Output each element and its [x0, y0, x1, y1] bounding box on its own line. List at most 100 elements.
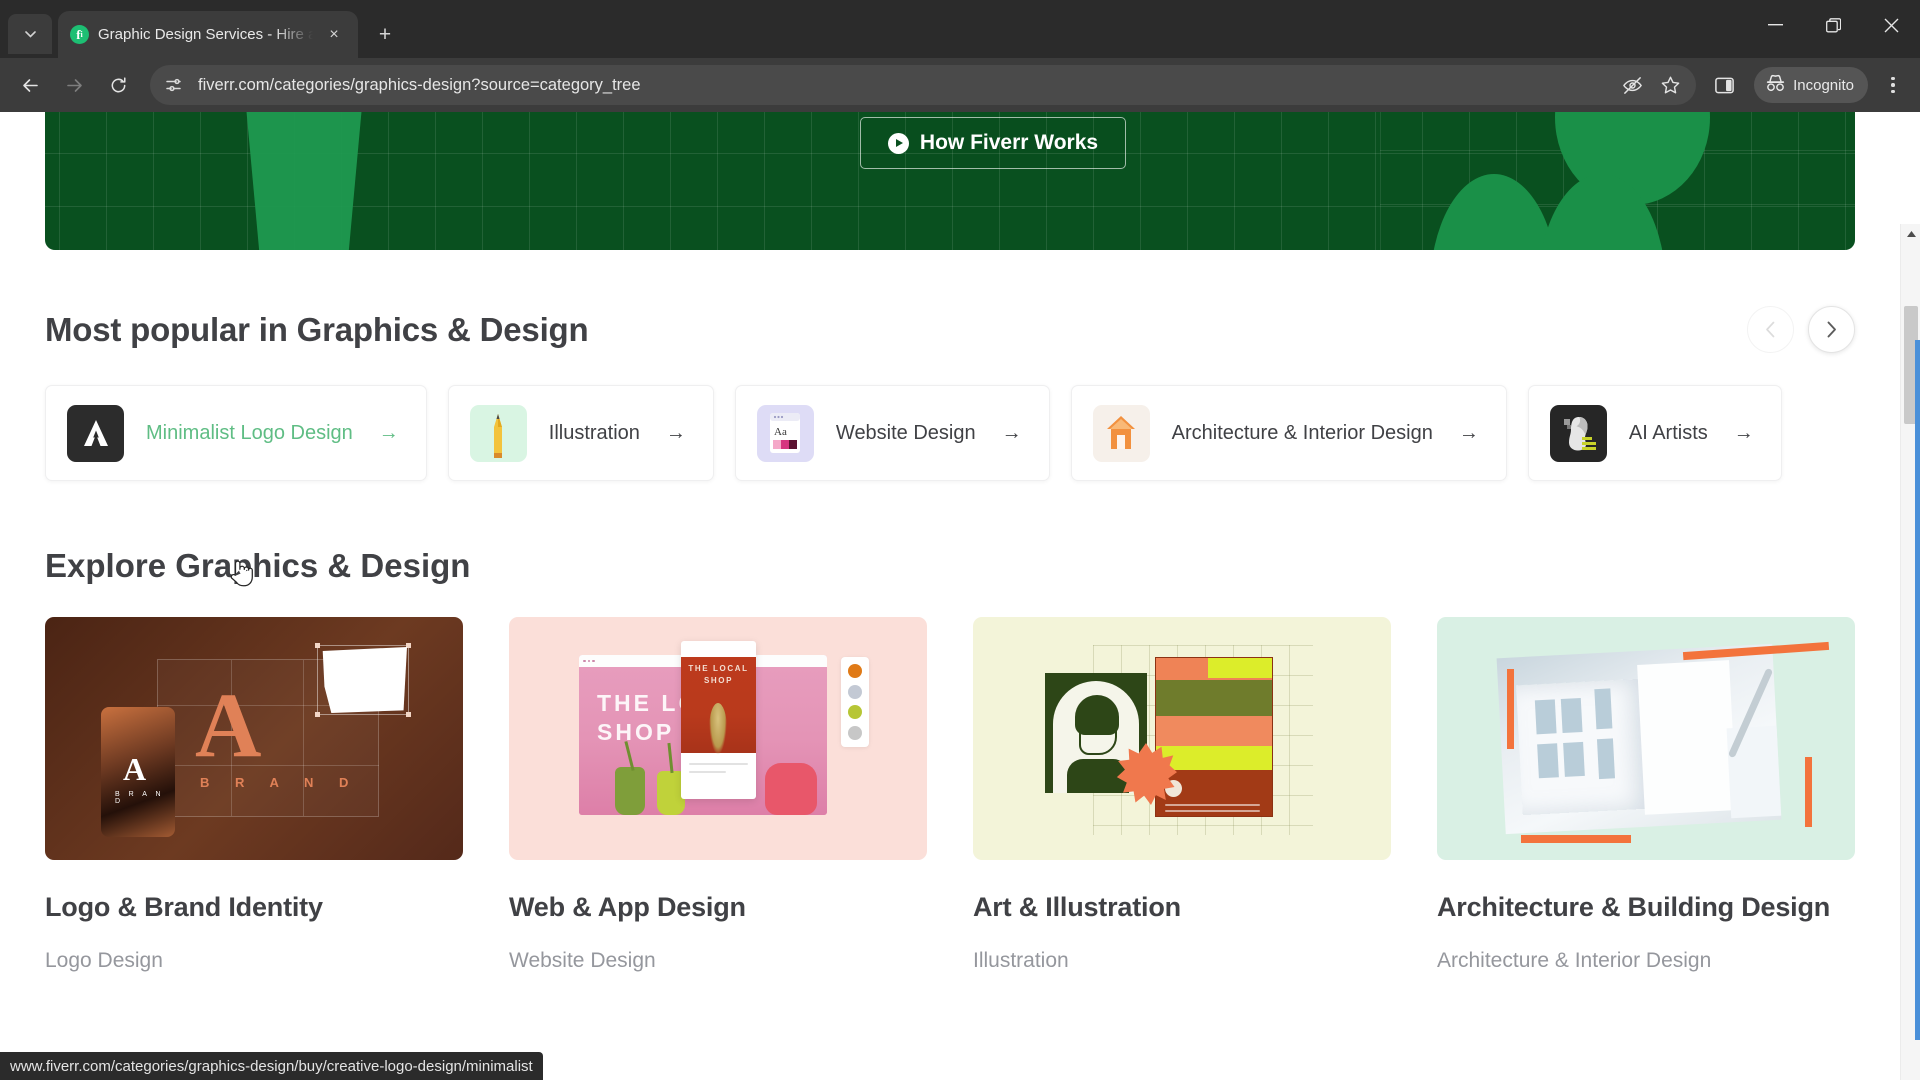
new-tab-button[interactable]: + — [368, 18, 402, 52]
forward-button[interactable] — [54, 65, 94, 105]
incognito-label: Incognito — [1793, 76, 1854, 94]
tab-title: Graphic Design Services - Hire a — [98, 26, 313, 43]
explore-card-logo-brand-identity[interactable]: A B R A N D A B R A N D Logo & Brand Ide… — [45, 617, 463, 973]
portrait-hair — [1075, 695, 1119, 735]
logo-letter-a: A — [195, 674, 262, 776]
minimize-window-button[interactable] — [1746, 0, 1804, 50]
carousel-navigation — [1747, 306, 1855, 353]
hero-banner: How Fiverr Works — [45, 112, 1855, 250]
explore-card-subcategory-link[interactable]: Website Design — [509, 949, 927, 973]
phone-text-placeholder-lines — [689, 763, 748, 779]
most-popular-title: Most popular in Graphics & Design — [45, 310, 589, 348]
carousel-prev-button[interactable] — [1747, 306, 1794, 353]
art-illustration-image — [973, 617, 1391, 860]
page-content: How Fiverr Works Most popular in Graphic… — [0, 112, 1900, 973]
tab-search-chevron-icon[interactable] — [8, 14, 52, 54]
svg-text:Aa: Aa — [774, 426, 787, 438]
incognito-indicator[interactable]: Incognito — [1754, 67, 1868, 103]
incognito-icon — [1765, 74, 1786, 97]
explore-card-title: Logo & Brand Identity — [45, 892, 323, 922]
browser-tab[interactable]: fi Graphic Design Services - Hire a × — [58, 11, 358, 58]
explore-card-art-illustration[interactable]: Art & Illustration Illustration — [973, 617, 1391, 973]
architecture-house-thumb-icon — [1092, 404, 1150, 462]
popular-card-architecture-interior-design[interactable]: Architecture & Interior Design → — [1070, 385, 1507, 481]
explore-grid: A B R A N D A B R A N D Logo & Brand Ide… — [45, 617, 1855, 973]
popular-card-arrow-icon: → — [665, 421, 686, 444]
window-controls — [1746, 0, 1920, 50]
popular-card-label: Architecture & Interior Design — [1171, 421, 1433, 444]
popular-card-arrow-icon: → — [1458, 421, 1479, 444]
popular-card-label: Website Design — [835, 421, 976, 444]
back-button[interactable] — [10, 65, 50, 105]
explore-card-title: Architecture & Building Design — [1437, 892, 1831, 922]
explore-card-architecture-building-design[interactable]: Architecture & Building Design Architect… — [1437, 617, 1855, 973]
popular-card-website-design[interactable]: Aa Website Design → — [734, 385, 1050, 481]
omnibox-actions — [1614, 67, 1688, 103]
tab-strip: fi Graphic Design Services - Hire a × + — [0, 0, 1920, 58]
most-popular-header: Most popular in Graphics & Design — [45, 306, 1855, 353]
close-window-button[interactable] — [1862, 0, 1920, 50]
explore-card-subcategory-link[interactable]: Architecture & Interior Design — [1437, 949, 1855, 973]
phone-hero-title: THE LOCAL SHOP — [688, 664, 749, 685]
most-popular-carousel[interactable]: Minimalist Logo Design → Illustration → — [45, 385, 1855, 481]
popular-card-ai-artists[interactable]: AI Artists → — [1527, 385, 1782, 481]
website-design-thumb-icon: Aa — [756, 404, 814, 462]
carousel-next-button[interactable] — [1808, 306, 1855, 353]
page-viewport: How Fiverr Works Most popular in Graphic… — [0, 112, 1920, 1080]
popular-card-arrow-icon: → — [1733, 421, 1754, 444]
mockup-vase-green — [615, 767, 645, 815]
browser-window: fi Graphic Design Services - Hire a × + — [0, 0, 1920, 1080]
popular-card-arrow-icon: → — [1001, 421, 1022, 444]
architecture-accent-3 — [1521, 835, 1631, 843]
explore-card-web-app-design[interactable]: THE LOCAL SHOP THE LOCAL SHOP Web & App … — [509, 617, 927, 973]
browser-menu-icon[interactable] — [1876, 67, 1910, 103]
poster-hills — [1156, 680, 1272, 718]
popular-card-illustration[interactable]: Illustration → — [447, 385, 714, 481]
browser-toolbar: fiverr.com/categories/graphics-design?so… — [0, 58, 1920, 112]
web-phone-mockup: THE LOCAL SHOP — [681, 641, 756, 799]
popular-card-minimalist-logo-design[interactable]: Minimalist Logo Design → — [45, 385, 427, 481]
reload-button[interactable] — [98, 65, 138, 105]
mockup-vase-red — [765, 763, 817, 815]
tracking-protection-eye-off-icon[interactable] — [1614, 67, 1650, 103]
phone-wheat-illustration — [709, 703, 727, 755]
side-panel-icon[interactable] — [1706, 67, 1742, 103]
explore-card-subcategory-link[interactable]: Logo Design — [45, 949, 463, 973]
architecture-building-design-image — [1437, 617, 1855, 860]
status-bar-url: www.fiverr.com/categories/graphics-desig… — [0, 1052, 543, 1080]
site-settings-tune-icon[interactable] — [158, 70, 188, 100]
phone-brand-text: B R A N D — [115, 791, 165, 805]
popular-card-label: Minimalist Logo Design — [146, 421, 353, 444]
poster-line-2 — [1165, 810, 1260, 812]
ai-artists-thumb-icon — [1549, 404, 1607, 462]
address-bar[interactable]: fiverr.com/categories/graphics-design?so… — [150, 65, 1697, 105]
viewport-focus-edge — [1915, 340, 1920, 1040]
architecture-accent-2 — [1507, 669, 1514, 749]
explore-section-title: Explore Graphics & Design — [45, 547, 471, 584]
how-fiverr-works-button[interactable]: How Fiverr Works — [860, 117, 1126, 169]
logo-white-shape — [322, 647, 407, 713]
web-app-design-image: THE LOCAL SHOP THE LOCAL SHOP — [509, 617, 927, 860]
play-circle-icon — [887, 132, 909, 154]
building-block-2 — [1637, 660, 1737, 815]
url-text: fiverr.com/categories/graphics-design?so… — [198, 75, 641, 94]
explore-card-subcategory-link[interactable]: Illustration — [973, 949, 1391, 973]
close-tab-icon[interactable]: × — [322, 23, 346, 47]
poster-line-1 — [1165, 804, 1260, 806]
bookmark-star-icon[interactable] — [1652, 67, 1688, 103]
maximize-window-button[interactable] — [1804, 0, 1862, 50]
illustration-poster — [1155, 657, 1273, 817]
popular-card-arrow-icon: → — [378, 421, 399, 444]
fiverr-favicon-icon: fi — [70, 25, 89, 44]
architecture-accent-4 — [1805, 757, 1812, 827]
illustration-pencil-thumb-icon — [469, 404, 527, 462]
how-fiverr-works-label: How Fiverr Works — [919, 131, 1099, 154]
popular-card-label: AI Artists — [1628, 421, 1708, 444]
minimalist-logo-thumb-icon — [67, 404, 124, 462]
explore-card-title: Web & App Design — [509, 892, 746, 922]
poster-sun-band — [1208, 658, 1272, 678]
color-swatch-panel — [841, 657, 869, 747]
scroll-up-arrow-icon[interactable] — [1901, 224, 1920, 244]
explore-card-title: Art & Illustration — [973, 892, 1181, 922]
logo-grid-line-2 — [157, 765, 379, 766]
